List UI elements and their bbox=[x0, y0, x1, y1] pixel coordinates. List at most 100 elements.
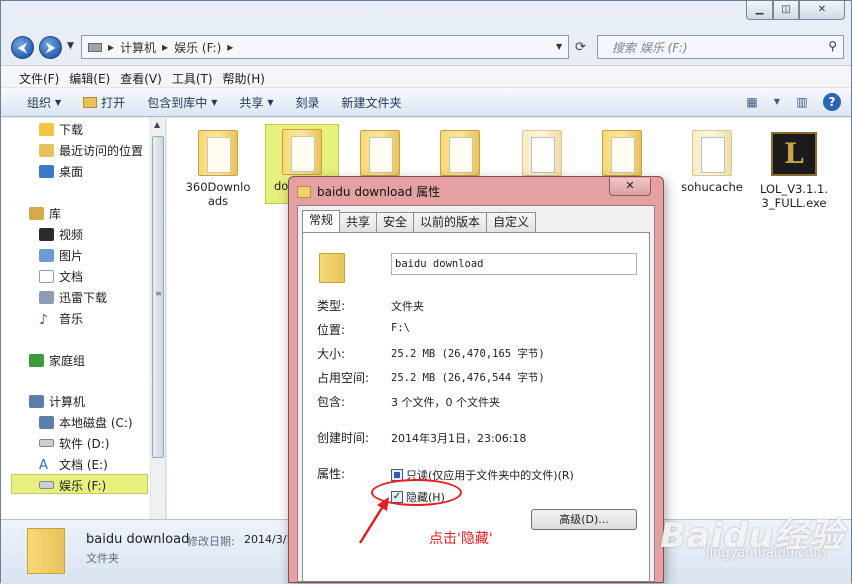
file-item[interactable]: L LOL_V3.1.1. 3_FULL.exe bbox=[757, 122, 831, 210]
forward-button[interactable]: ⮞ bbox=[39, 36, 62, 59]
nav-label: 视频 bbox=[59, 227, 84, 242]
nav-item-drive-f[interactable]: 娱乐 (F:) bbox=[39, 475, 106, 495]
menu-help[interactable]: 帮助(H) bbox=[221, 66, 269, 87]
nav-label: 文档 bbox=[59, 269, 84, 284]
tab-general[interactable]: 常规 bbox=[302, 210, 341, 232]
tab-security[interactable]: 安全 bbox=[376, 212, 415, 232]
nav-label: 下载 bbox=[59, 122, 84, 137]
file-item[interactable] bbox=[585, 122, 659, 180]
maximize-button[interactable]: ◫ bbox=[773, 1, 799, 20]
help-icon[interactable]: ? bbox=[823, 93, 841, 111]
folder-icon bbox=[27, 528, 65, 574]
recent-pages-dropdown[interactable]: ▼ bbox=[67, 41, 74, 51]
folder-icon bbox=[440, 130, 480, 176]
nav-item-thunder-downloads[interactable]: 迅雷下载 bbox=[39, 287, 107, 307]
nav-item-drive-d[interactable]: 软件 (D:) bbox=[39, 433, 109, 453]
nav-item-documents[interactable]: 文档 bbox=[39, 266, 83, 286]
prop-value-size-on-disk: 25.2 MB (26,476,544 字节) bbox=[391, 372, 545, 384]
share-button[interactable]: 共享 ▼ bbox=[239, 94, 273, 111]
nav-label: 最近访问的位置 bbox=[59, 143, 144, 158]
nav-item-libraries[interactable]: 库 bbox=[29, 203, 61, 223]
file-item[interactable] bbox=[343, 122, 417, 180]
download-library-icon bbox=[39, 290, 54, 304]
burn-label: 刻录 bbox=[295, 95, 320, 110]
file-item[interactable] bbox=[423, 122, 497, 180]
new-folder-button[interactable]: 新建文件夹 bbox=[342, 94, 402, 111]
minimize-button[interactable]: ▁ bbox=[746, 1, 773, 20]
preview-pane-icon[interactable]: ▥ bbox=[793, 93, 811, 111]
file-item[interactable] bbox=[505, 122, 579, 180]
organize-label: 组织 bbox=[27, 95, 52, 110]
details-modified-value: 2014/3/1 bbox=[244, 533, 294, 546]
prop-value-location: F:\ bbox=[391, 322, 410, 334]
chevron-down-icon[interactable]: ▼ bbox=[773, 93, 781, 111]
folder-icon bbox=[692, 130, 732, 176]
nav-item-downloads[interactable]: 下载 bbox=[39, 119, 83, 139]
view-options-icon[interactable]: ▦ bbox=[743, 93, 761, 111]
advanced-button[interactable]: 高级(D)... bbox=[531, 509, 637, 530]
prop-label-size-on-disk: 占用空间: bbox=[317, 371, 370, 385]
divider bbox=[317, 285, 635, 286]
folder-icon bbox=[522, 130, 562, 176]
nav-item-drive-c[interactable]: 本地磁盘 (C:) bbox=[39, 412, 133, 432]
menu-tools[interactable]: 工具(T) bbox=[170, 66, 217, 87]
nav-item-recent[interactable]: 最近访问的位置 bbox=[39, 140, 143, 160]
annotation-text: 点击'隐藏' bbox=[429, 531, 493, 547]
prop-label-type: 类型: bbox=[317, 299, 346, 313]
organize-button[interactable]: 组织 ▼ bbox=[27, 94, 61, 111]
nav-item-videos[interactable]: 视频 bbox=[39, 224, 83, 244]
attributes-label: 属性: bbox=[317, 467, 346, 481]
nav-item-desktop[interactable]: 桌面 bbox=[39, 161, 83, 181]
document-library-icon bbox=[39, 269, 54, 283]
folder-name-field[interactable]: baidu download bbox=[391, 253, 637, 275]
video-library-icon bbox=[39, 227, 54, 241]
nav-item-music[interactable]: ♪ 音乐 bbox=[39, 308, 83, 328]
breadcrumb-computer[interactable]: 计算机 bbox=[120, 39, 156, 56]
prop-label-size: 大小: bbox=[317, 347, 346, 361]
back-button[interactable]: ⮜ bbox=[11, 36, 34, 59]
file-item[interactable]: 360Downlo ads bbox=[181, 122, 255, 208]
burn-button[interactable]: 刻录 bbox=[296, 94, 320, 111]
nav-item-computer[interactable]: 计算机 bbox=[29, 391, 85, 411]
command-bar: 组织 ▼ 打开 包含到库中 ▼ 共享 ▼ 刻录 新建文件夹 ▦ ▼ ▥ ? bbox=[1, 87, 851, 117]
folder-icon bbox=[198, 130, 238, 176]
folder-icon bbox=[319, 253, 345, 283]
tab-sharing[interactable]: 共享 bbox=[339, 212, 378, 232]
chevron-down-icon: ▼ bbox=[55, 97, 62, 107]
file-item[interactable]: sohucache bbox=[675, 122, 749, 194]
menu-view[interactable]: 查看(V) bbox=[118, 66, 166, 87]
computer-icon bbox=[88, 42, 102, 52]
close-button[interactable]: ✕ bbox=[799, 1, 845, 20]
address-bar[interactable]: ▸ 计算机 ▸ 娱乐 (F:) ▸ bbox=[81, 35, 569, 59]
nav-scrollbar[interactable]: ▲ ≡ bbox=[150, 118, 165, 519]
breadcrumb-separator: ▸ bbox=[162, 40, 169, 54]
search-input[interactable]: 搜索 娱乐 (F:) ⚲ bbox=[597, 35, 844, 59]
file-label: 360Downlo bbox=[185, 180, 251, 194]
refresh-icon[interactable]: ⟳ bbox=[575, 40, 586, 55]
tab-previous-versions[interactable]: 以前的版本 bbox=[413, 212, 488, 232]
nav-item-homegroup[interactable]: 家庭组 bbox=[29, 350, 85, 370]
tab-customize[interactable]: 自定义 bbox=[486, 212, 537, 232]
menu-edit[interactable]: 编辑(E) bbox=[67, 66, 114, 87]
scroll-up-icon[interactable]: ▲ bbox=[154, 120, 160, 129]
open-button[interactable]: 打开 bbox=[83, 94, 125, 111]
toolbar-right: ▦ ▼ ▥ ? bbox=[743, 93, 841, 111]
dialog-title-text: baidu download 属性 bbox=[317, 185, 441, 199]
menu-file[interactable]: 文件(F) bbox=[17, 66, 63, 87]
chevron-down-icon: ▼ bbox=[211, 97, 218, 107]
breadcrumb-drive[interactable]: 娱乐 (F:) bbox=[174, 39, 221, 56]
nav-item-drive-e[interactable]: A 文档 (E:) bbox=[39, 454, 108, 474]
navigation-pane: 下载 最近访问的位置 桌面 库 视频 图片 文档 迅雷下载 ♪ 音乐 家庭组 计算… bbox=[1, 118, 166, 519]
search-placeholder: 搜索 娱乐 (F:) bbox=[612, 40, 688, 55]
dialog-close-button[interactable]: ✕ bbox=[609, 178, 651, 196]
nav-item-pictures[interactable]: 图片 bbox=[39, 245, 83, 265]
search-icon[interactable]: ⚲ bbox=[828, 39, 837, 53]
folder-icon bbox=[602, 130, 642, 176]
open-label: 打开 bbox=[101, 95, 126, 110]
nav-label: 桌面 bbox=[59, 164, 84, 179]
dialog-tabs: 常规 共享 安全 以前的版本 自定义 bbox=[302, 210, 537, 232]
music-note-icon: ♪ bbox=[39, 311, 48, 328]
address-dropdown-icon[interactable]: ▼ bbox=[556, 42, 562, 51]
file-label: ads bbox=[207, 194, 229, 208]
include-in-library-button[interactable]: 包含到库中 ▼ bbox=[147, 94, 217, 111]
